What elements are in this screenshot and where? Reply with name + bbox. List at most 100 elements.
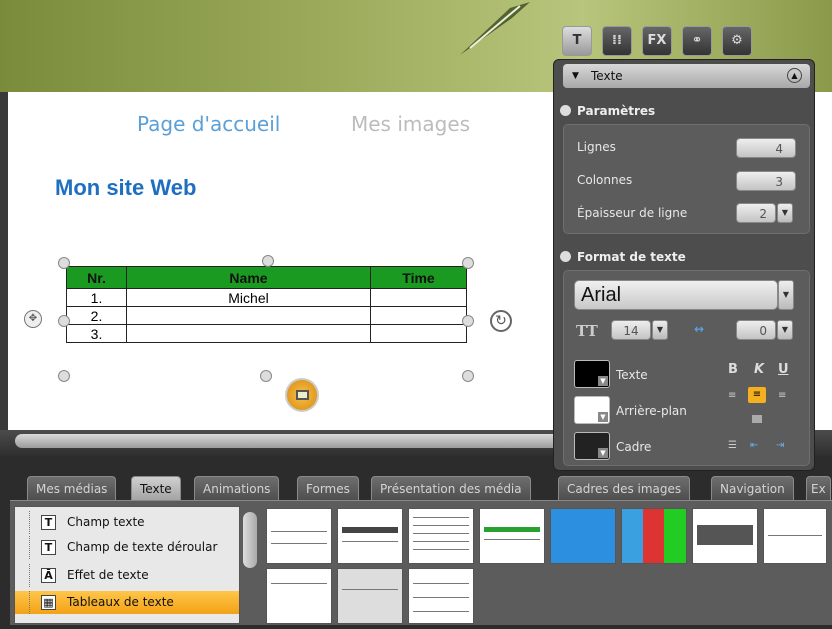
table-cell[interactable]: 2.	[66, 306, 127, 325]
scroll-text-icon: T	[41, 540, 56, 555]
align-left-icon[interactable]: ≡	[728, 390, 736, 401]
table-template-thumb[interactable]	[266, 508, 332, 564]
text-color-label: Texte	[616, 368, 648, 382]
font-size-input[interactable]: 14	[611, 320, 651, 340]
cols-input[interactable]: 3	[736, 171, 796, 191]
frame-color-label: Cadre	[616, 440, 652, 454]
table-template-thumb[interactable]	[763, 508, 827, 564]
table-template-thumb[interactable]	[479, 508, 545, 564]
rows-input[interactable]: 4	[736, 138, 796, 158]
tab-formes[interactable]: Formes	[297, 476, 359, 500]
tab-navigation[interactable]: Navigation	[711, 476, 794, 500]
resize-handle-left[interactable]	[58, 315, 70, 327]
section-toggle-icon	[560, 105, 571, 116]
object-options-button[interactable]	[285, 378, 319, 412]
move-icon[interactable]: ✥	[24, 310, 42, 328]
table-template-thumb[interactable]	[408, 568, 474, 624]
list-item[interactable]: T Champ texte	[15, 511, 239, 534]
font-size-dropdown-icon[interactable]: ▼	[652, 320, 668, 340]
table-cell[interactable]: 3.	[66, 324, 127, 343]
section-toggle-icon	[560, 251, 571, 262]
resize-handle-tl[interactable]	[58, 257, 70, 269]
resize-handle-bottom[interactable]	[260, 370, 272, 382]
table-cell[interactable]	[370, 324, 467, 343]
list-item[interactable]: ▦ Tableaux de texte	[15, 591, 239, 614]
chevron-down-icon: ▼	[598, 448, 608, 458]
bold-button[interactable]: B	[728, 362, 738, 377]
section-format[interactable]: Format de texte	[560, 250, 686, 264]
rows-label: Lignes	[577, 140, 616, 154]
resize-handle-br[interactable]	[462, 370, 474, 382]
section-params[interactable]: Paramètres	[560, 104, 655, 118]
site-title[interactable]: Mon site Web	[55, 175, 196, 201]
list-item[interactable]: Ā Effet de texte	[15, 564, 239, 587]
table-cell[interactable]	[370, 306, 467, 325]
resize-handle-tr[interactable]	[462, 257, 474, 269]
bullet-list-icon[interactable]: ☰	[728, 440, 737, 451]
tab-fx[interactable]: FX	[642, 26, 672, 56]
list-item[interactable]: T Champ de texte déroular	[15, 536, 239, 559]
horizontal-scrollbar[interactable]	[15, 434, 575, 448]
tab-presentation[interactable]: Présentation des média	[371, 476, 531, 500]
table-cell[interactable]	[370, 288, 467, 307]
align-right-icon[interactable]: ≡	[778, 390, 786, 401]
resize-handle-bl[interactable]	[58, 370, 70, 382]
bg-color-swatch[interactable]: ▼	[574, 396, 610, 424]
table-template-thumb[interactable]	[550, 508, 616, 564]
justify-icon[interactable]	[752, 415, 762, 423]
table-header: Nr.	[66, 266, 127, 289]
text-table[interactable]: Nr. Name Time 1. Michel 2. 3.	[66, 266, 467, 343]
text-color-swatch[interactable]: ▼	[574, 360, 610, 388]
library-scrollbar[interactable]	[243, 512, 257, 568]
chevron-down-icon: ▼	[572, 71, 579, 81]
letter-spacing-icon: ↔	[694, 322, 705, 336]
line-width-dropdown-icon[interactable]: ▼	[777, 203, 793, 223]
outdent-icon[interactable]: ⇤	[750, 440, 758, 451]
indent-icon[interactable]: ⇥	[776, 440, 784, 451]
letter-spacing-input[interactable]: 0	[736, 320, 776, 340]
rotate-icon[interactable]: ↻	[490, 310, 512, 332]
tab-settings[interactable]: ⚙	[722, 26, 752, 56]
text-library-list: T Champ texte T Champ de texte déroular ĀE…	[14, 506, 240, 624]
table-template-thumb[interactable]	[408, 508, 474, 564]
tab-cadres[interactable]: Cadres des images	[558, 476, 691, 500]
align-center-icon[interactable]: ≡	[748, 387, 766, 403]
table-cell[interactable]: Michel	[126, 288, 371, 307]
tab-animations[interactable]: Animations	[194, 476, 280, 500]
table-template-thumb[interactable]	[621, 508, 687, 564]
panel-header[interactable]: ▼ Texte ▲	[563, 64, 810, 88]
resize-handle-right[interactable]	[462, 315, 474, 327]
table-cell[interactable]	[126, 306, 371, 325]
table-template-thumb[interactable]	[337, 508, 403, 564]
nav-images[interactable]: Mes images	[351, 112, 470, 136]
line-width-input[interactable]: 2	[736, 203, 776, 223]
text-field-icon: T	[41, 515, 56, 530]
font-size-icon: TT	[576, 322, 598, 340]
tab-link[interactable]: ⚭	[682, 26, 712, 56]
tab-ex[interactable]: Ex	[806, 476, 831, 500]
tab-texte[interactable]: Texte	[131, 476, 181, 500]
line-width-label: Épaisseur de ligne	[577, 206, 688, 220]
tab-mes-medias[interactable]: Mes médias	[27, 476, 117, 500]
font-select[interactable]: Arial	[574, 280, 778, 310]
table-cell[interactable]	[126, 324, 371, 343]
nav-home[interactable]: Page d'accueil	[137, 112, 280, 136]
frame-color-swatch[interactable]: ▼	[574, 432, 610, 460]
table-icon: ▦	[41, 595, 56, 610]
table-row: 2.	[66, 306, 467, 325]
italic-button[interactable]: K	[754, 362, 764, 377]
spacing-dropdown-icon[interactable]: ▼	[777, 320, 793, 340]
tab-text-properties[interactable]: T	[562, 26, 592, 56]
table-cell[interactable]: 1.	[66, 288, 127, 307]
underline-button[interactable]: U	[778, 362, 789, 377]
table-template-thumb[interactable]	[266, 568, 332, 624]
tab-grid[interactable]: ⁞⁞	[602, 26, 632, 56]
table-template-thumb[interactable]	[692, 508, 758, 564]
table-row: 1. Michel	[66, 288, 467, 307]
table-template-thumb[interactable]	[337, 568, 403, 624]
resize-handle-top[interactable]	[262, 255, 274, 267]
chevron-down-icon: ▼	[598, 376, 608, 386]
collapse-icon[interactable]: ▲	[787, 68, 802, 83]
quill-graphic	[460, 2, 530, 55]
font-dropdown-icon[interactable]: ▼	[778, 280, 794, 310]
